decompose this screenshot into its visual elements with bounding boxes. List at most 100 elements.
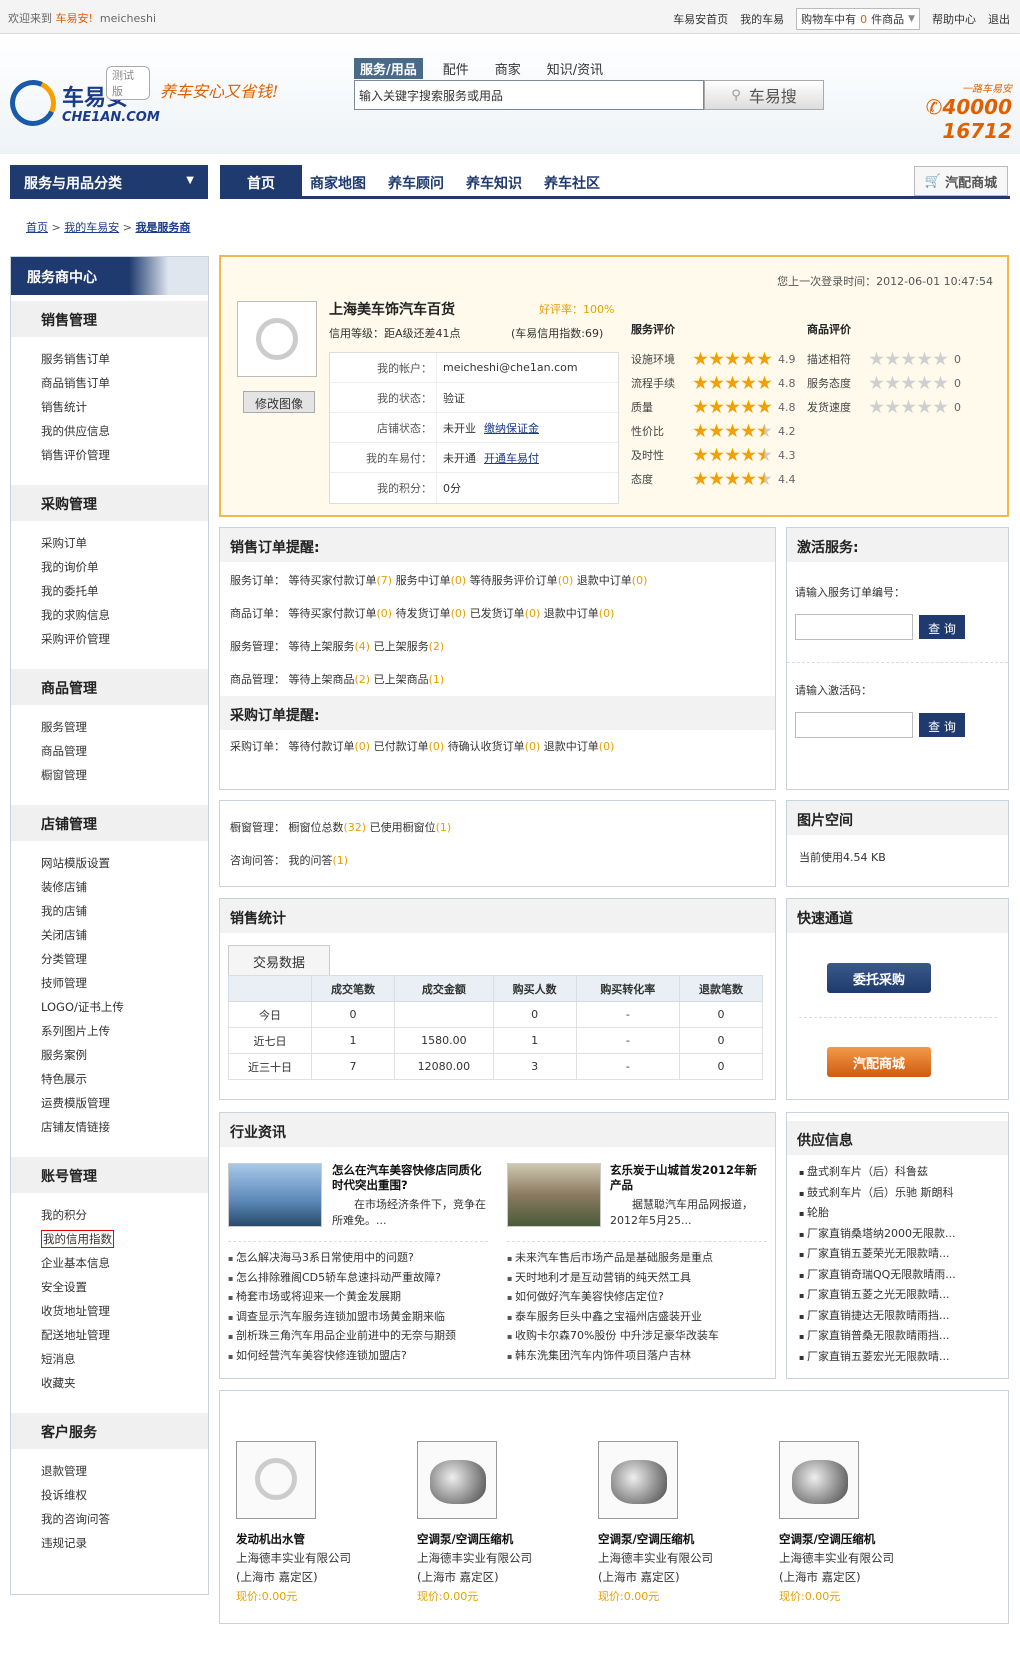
sidebar-item[interactable]: 我的积分 [41, 1207, 208, 1231]
sidebar-item[interactable]: 分类管理 [41, 951, 208, 975]
parts-mall-button[interactable]: 🛒 汽配商城 [914, 166, 1008, 196]
sidebar-item[interactable]: 服务案例 [41, 1047, 208, 1071]
sidebar-item[interactable]: 店铺友情链接 [41, 1119, 208, 1143]
site-name[interactable]: 车易安! [56, 12, 93, 25]
nav-community[interactable]: 养车社区 [544, 173, 600, 193]
info-action-link[interactable]: 缴纳保证金 [484, 420, 539, 436]
parts-mall-quick-button[interactable]: 汽配商城 [827, 1047, 931, 1077]
sidebar-item[interactable]: 短消息 [41, 1351, 208, 1375]
reminder-label[interactable]: 采购订单： 等待付款订单 [230, 740, 355, 753]
reminder-count[interactable]: (0) [451, 607, 467, 620]
reminder-label[interactable]: 咨询问答： 我的问答 [230, 854, 333, 867]
search-button[interactable]: ⚲ 车易搜 [704, 80, 824, 110]
change-avatar-button[interactable]: 修改图像 [243, 391, 315, 413]
reminder-label[interactable]: 已付款订单 [374, 740, 429, 753]
reminder-count[interactable]: (0) [429, 740, 445, 753]
news-item[interactable]: 怎么解决海马3系日常使用中的问题? [228, 1249, 490, 1269]
news-item[interactable]: 天时地利才是互动营销的纯天然工具 [507, 1269, 769, 1289]
sidebar-item[interactable]: 违规记录 [41, 1535, 208, 1559]
sidebar-item[interactable]: 采购评价管理 [41, 631, 208, 655]
reminder-label[interactable]: 退款中订单 [544, 607, 599, 620]
news-item[interactable]: 收购卡尔森70%股份 中升涉足豪华改装车 [507, 1327, 769, 1347]
reminder-count[interactable]: (7) [377, 574, 393, 587]
category-menu-button[interactable]: 服务与用品分类 ▼ [10, 165, 208, 199]
reminder-count[interactable]: (0) [599, 740, 615, 753]
tab-trade-data[interactable]: 交易数据 [228, 945, 330, 975]
nav-car-knowledge[interactable]: 养车知识 [466, 173, 522, 193]
info-action-link[interactable]: 开通车易付 [484, 450, 539, 466]
news-item[interactable]: 如何经营汽车美容快修连锁加盟店? [228, 1347, 490, 1367]
breadcrumb-current[interactable]: 我是服务商 [135, 221, 190, 234]
search-tab-services[interactable]: 服务/用品 [354, 58, 423, 79]
reminder-label[interactable]: 已上架服务 [374, 640, 429, 653]
breadcrumb-home[interactable]: 首页 [26, 221, 48, 234]
sidebar-item[interactable]: 特色展示 [41, 1071, 208, 1095]
reminder-count[interactable]: (0) [599, 607, 615, 620]
reminder-label[interactable]: 服务订单： 等待买家付款订单 [230, 574, 377, 587]
sidebar-item[interactable]: 销售统计 [41, 399, 208, 423]
product-card[interactable]: 空调泵/空调压缩机 上海德丰实业有限公司 (上海市 嘉定区) 现价:0.00元 [417, 1441, 592, 1604]
search-tab-news[interactable]: 知识/资讯 [541, 58, 609, 79]
reminder-count[interactable]: (1) [429, 673, 445, 686]
reminder-count[interactable]: (1) [436, 821, 452, 834]
reminder-count[interactable]: (0) [558, 574, 574, 587]
sidebar-item[interactable]: 退款管理 [41, 1463, 208, 1487]
sidebar-item[interactable]: 企业基本信息 [41, 1255, 208, 1279]
reminder-label[interactable]: 商品订单： 等待买家付款订单 [230, 607, 377, 620]
my-account-link[interactable]: 我的车易 [740, 11, 784, 27]
supply-item[interactable]: 盘式刹车片（后）科鲁兹 [799, 1163, 971, 1184]
sidebar-item[interactable]: 我的咨询问答 [41, 1511, 208, 1535]
nav-home[interactable]: 首页 [220, 165, 302, 199]
sidebar-item[interactable]: 服务管理 [41, 719, 208, 743]
product-image[interactable] [236, 1441, 316, 1519]
reminder-count[interactable]: (0) [525, 607, 541, 620]
product-image[interactable] [417, 1441, 497, 1519]
reminder-label[interactable]: 退款中订单 [544, 740, 599, 753]
sidebar-item[interactable]: 安全设置 [41, 1279, 208, 1303]
sidebar-item[interactable]: 装修店铺 [41, 879, 208, 903]
news-featured-title-2[interactable]: 玄乐炭于山城首发2012年新产品 [610, 1163, 760, 1193]
product-image[interactable] [598, 1441, 678, 1519]
product-name[interactable]: 发动机出水管 [236, 1531, 411, 1547]
news-item[interactable]: 韩东洗集团汽车内饰件项目落户吉林 [507, 1347, 769, 1367]
product-name[interactable]: 空调泵/空调压缩机 [598, 1531, 773, 1547]
search-tab-parts[interactable]: 配件 [437, 58, 475, 79]
reminder-label[interactable]: 等待服务评价订单 [470, 574, 558, 587]
sidebar-item[interactable]: 收藏夹 [41, 1375, 208, 1399]
news-item[interactable]: 剖析珠三角汽车用品企业前进中的无奈与期颈 [228, 1327, 490, 1347]
product-card[interactable]: 发动机出水管 上海德丰实业有限公司 (上海市 嘉定区) 现价:0.00元 [236, 1441, 411, 1604]
product-card[interactable]: 空调泵/空调压缩机 上海德丰实业有限公司 (上海市 嘉定区) 现价:0.00元 [598, 1441, 773, 1604]
sidebar-item[interactable]: 我的委托单 [41, 583, 208, 607]
search-tab-dealers[interactable]: 商家 [489, 58, 527, 79]
sidebar-item[interactable]: 我的询价单 [41, 559, 208, 583]
news-image-1[interactable] [228, 1163, 322, 1227]
reminder-count[interactable]: (1) [333, 854, 349, 867]
news-item[interactable]: 如何做好汽车美容快修店定位? [507, 1288, 769, 1308]
search-input[interactable]: 输入关键字搜索服务或用品 [354, 80, 704, 110]
supply-item[interactable]: 厂家直销五菱之光无限款晴... [799, 1286, 971, 1307]
news-item[interactable]: 椅套市场或将迎来一个黄金发展期 [228, 1288, 490, 1308]
query-code-button[interactable]: 查 询 [919, 713, 965, 737]
reminder-label[interactable]: 已上架商品 [374, 673, 429, 686]
sidebar-item[interactable]: 网站模版设置 [41, 855, 208, 879]
sidebar-item[interactable]: 橱窗管理 [41, 767, 208, 791]
reminder-label[interactable]: 商品管理： 等待上架商品 [230, 673, 355, 686]
reminder-label[interactable]: 服务管理： 等待上架服务 [230, 640, 355, 653]
reminder-label[interactable]: 服务中订单 [396, 574, 451, 587]
breadcrumb-my-account[interactable]: 我的车易安 [64, 221, 119, 234]
delegate-purchase-button[interactable]: 委托采购 [827, 963, 931, 993]
reminder-label[interactable]: 橱窗管理： 橱窗位总数 [230, 821, 344, 834]
supply-item[interactable]: 厂家直销桑塔纳2000无限款... [799, 1225, 971, 1246]
sidebar-item[interactable]: 销售评价管理 [41, 447, 208, 471]
reminder-label[interactable]: 已发货订单 [470, 607, 525, 620]
supply-item[interactable]: 厂家直销捷达无限款晴雨挡... [799, 1307, 971, 1328]
reminder-count[interactable]: (0) [377, 607, 393, 620]
news-image-2[interactable] [507, 1163, 601, 1227]
sidebar-item[interactable]: 采购订单 [41, 535, 208, 559]
reminder-count[interactable]: (0) [632, 574, 648, 587]
site-logo[interactable]: 车易安 CHE1AN.COM 测试版 [3, 66, 160, 134]
reminder-count[interactable]: (0) [355, 740, 371, 753]
sidebar-item[interactable]: 我的信用指数 [41, 1230, 208, 1255]
sidebar-item[interactable]: 技师管理 [41, 975, 208, 999]
sidebar-item[interactable]: 服务销售订单 [41, 351, 208, 375]
